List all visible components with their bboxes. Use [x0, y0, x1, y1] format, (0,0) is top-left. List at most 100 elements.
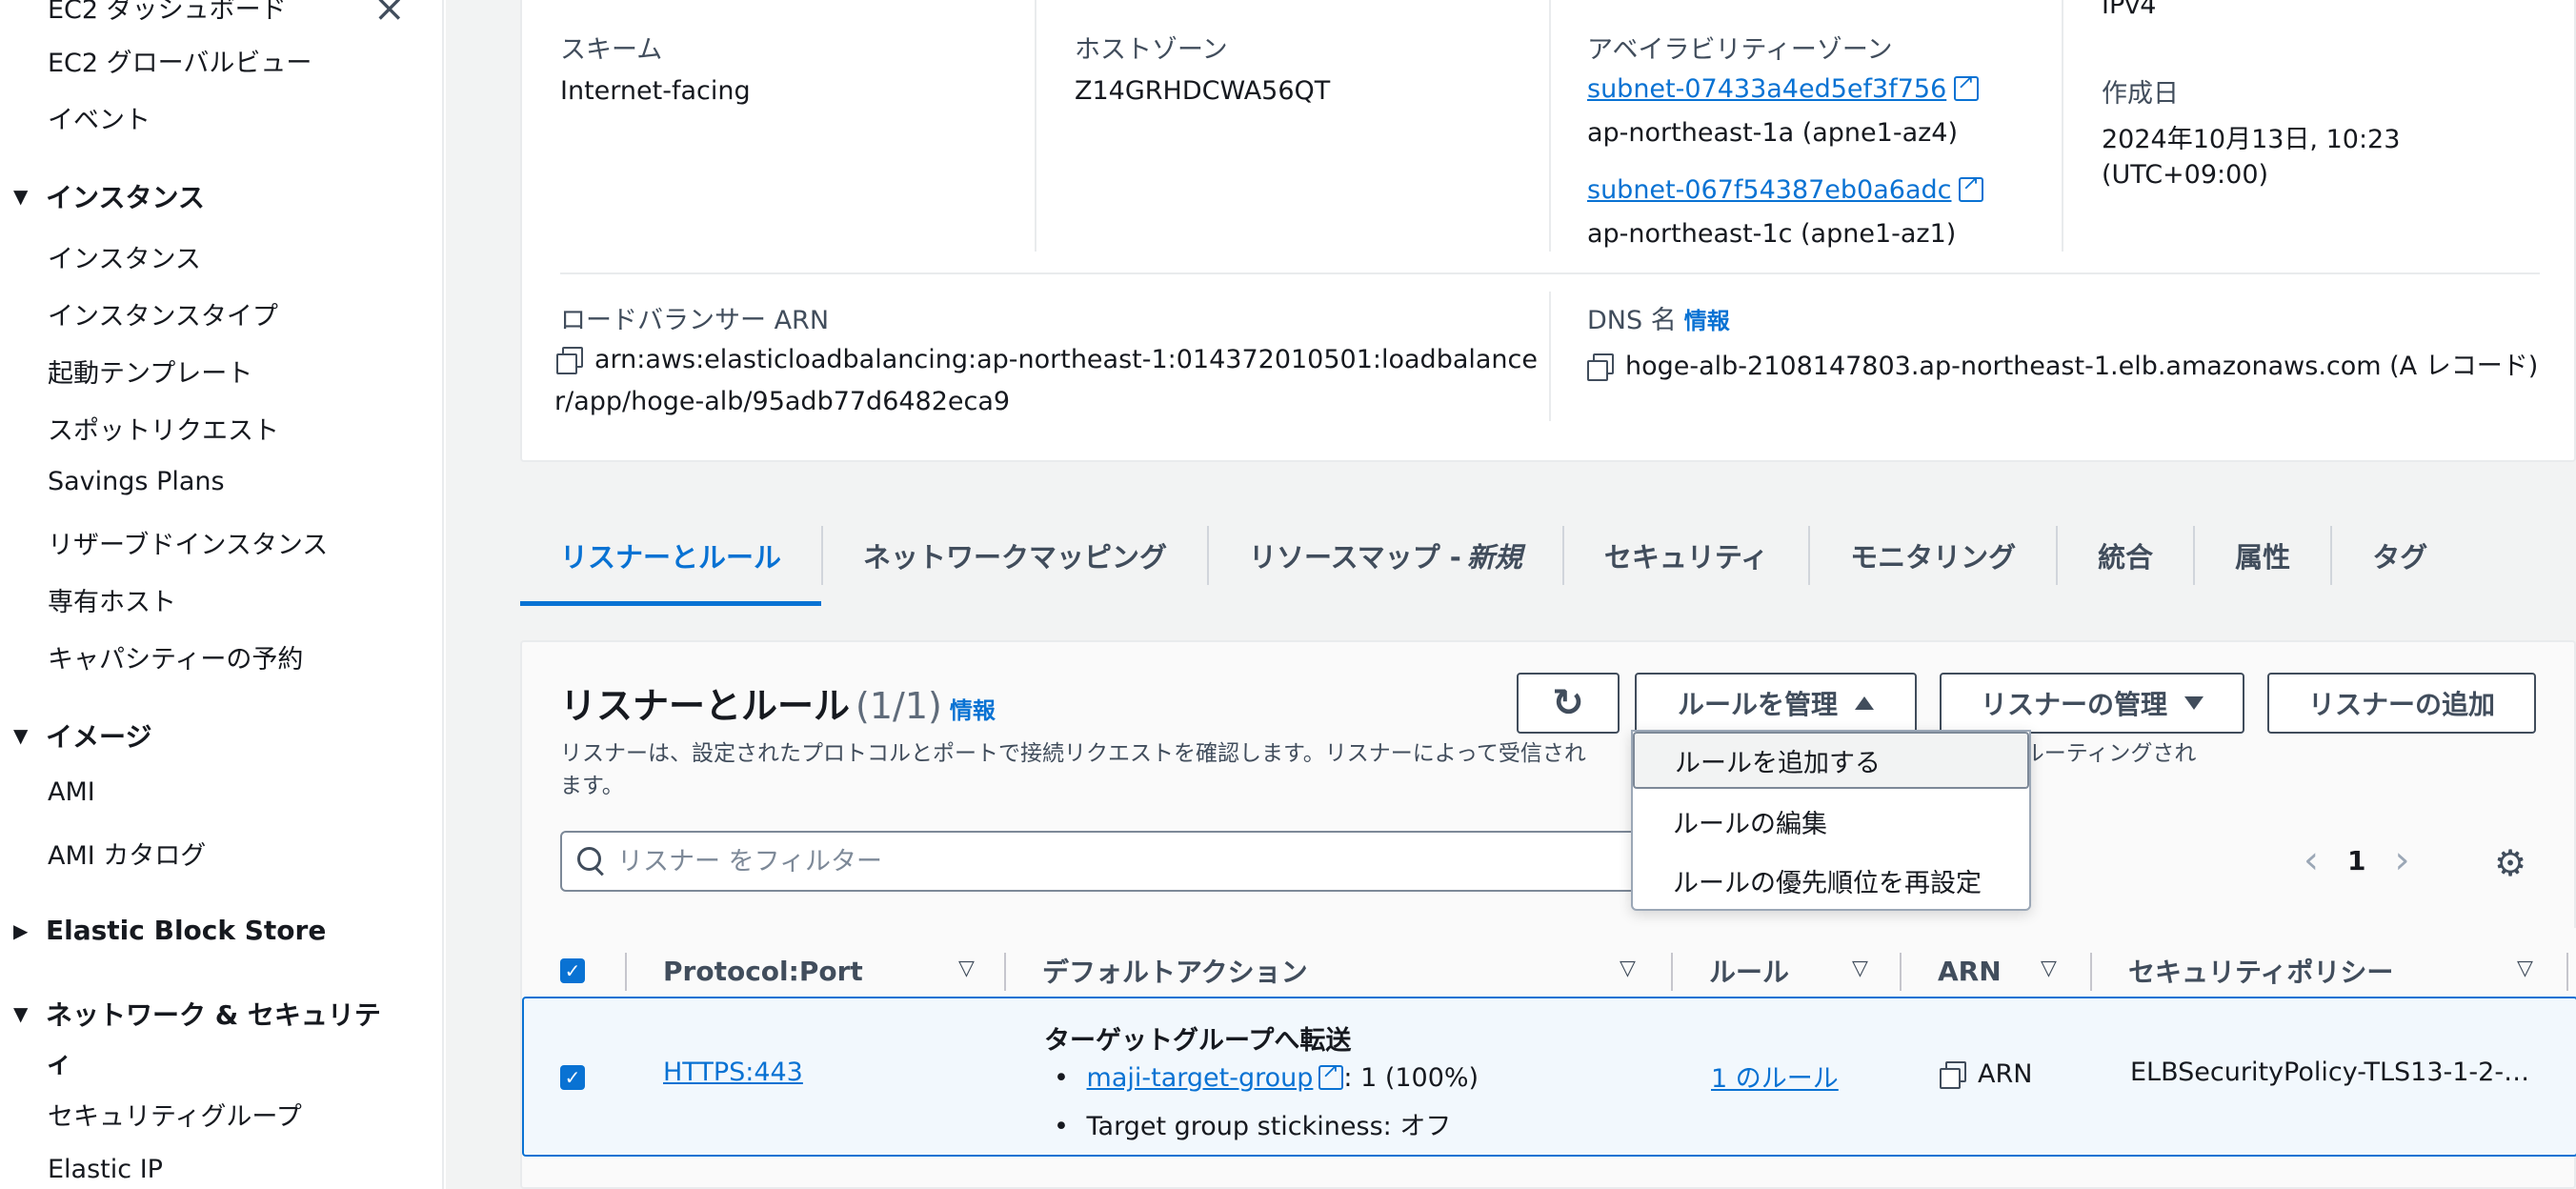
sidebar-item-dedicated-hosts[interactable]: 専有ホスト [48, 581, 176, 618]
sidebar-group-instances[interactable]: ▼ インスタンス [13, 177, 205, 215]
filter-input[interactable] [617, 846, 1570, 877]
column-divider [1549, 0, 1551, 252]
sort-icon[interactable]: ▽ [2041, 957, 2057, 980]
close-icon[interactable]: × [373, 0, 406, 30]
current-page[interactable]: 1 [2347, 845, 2365, 877]
row-checkbox[interactable]: ✓ [560, 1061, 585, 1091]
sort-icon[interactable]: ▽ [2517, 957, 2533, 980]
copy-icon[interactable] [1940, 1061, 1966, 1089]
caret-down-icon [2184, 696, 2204, 710]
sidebar-item-instance-types[interactable]: インスタンスタイプ [48, 295, 278, 333]
tab-resource-map[interactable]: リソースマップ - 新規 [1209, 505, 1562, 606]
listeners-description: リスナーは、設定されたプロトコルとポートで接続リクエストを確認します。リスナーに… [560, 737, 2561, 802]
caret-right-icon: ▶ [13, 918, 29, 942]
action-title: ターゲットグループへ転送 [1044, 1026, 1352, 1056]
sidebar-item-ami-catalog[interactable]: AMI カタログ [48, 835, 206, 872]
description-text-left: リスナーは、設定されたプロトコルとポートで接続リクエストを確認します。リスナーに… [560, 741, 1586, 766]
load-balancer-details: IPv4 スキーム Internet-facing ホストゾーン Z14GRHD… [520, 0, 2576, 462]
checkbox-checked-icon: ✓ [560, 958, 585, 983]
sort-icon[interactable]: ▽ [1620, 957, 1636, 980]
sort-icon[interactable]: ▽ [958, 957, 975, 980]
chevron-left-icon[interactable]: ‹ [2304, 838, 2319, 882]
sidebar-group-label: ネットワーク & セキュリテ [46, 999, 381, 1031]
subnet-link-1[interactable]: subnet-07433a4ed5ef3f756 [1587, 71, 1980, 104]
menu-item-add-rule[interactable]: ルールを追加する [1633, 732, 2029, 789]
refresh-button[interactable]: ↻ [1517, 673, 1620, 734]
column-divider [2062, 0, 2063, 252]
gear-icon[interactable]: ⚙ [2494, 842, 2526, 884]
pagination: ‹ 1 › [2304, 838, 2409, 882]
dns-value: hoge-alb-2108147803.ap-northeast-1.elb.a… [1587, 345, 2538, 382]
sidebar-item-ami[interactable]: AMI [48, 777, 95, 807]
sidebar-group-images[interactable]: ▼ イメージ [13, 716, 151, 755]
menu-item-reprioritize-rules[interactable]: ルールの優先順位を再設定 [1633, 852, 2029, 909]
manage-listeners-button[interactable]: リスナーの管理 [1940, 673, 2244, 734]
copy-icon[interactable] [556, 347, 583, 374]
column-divider [2566, 953, 2568, 991]
tab-security[interactable]: セキュリティ [1564, 505, 1808, 606]
description-line-2: ます。 [560, 774, 624, 798]
manage-rules-button[interactable]: ルールを管理 [1635, 673, 1917, 734]
table-row[interactable]: ✓ HTTPS:443 ターゲットグループへ転送 • maji-target-g… [522, 997, 2576, 1157]
copy-icon[interactable] [1587, 353, 1614, 381]
created-label: 作成日 [2102, 79, 2179, 109]
caret-down-icon: ▼ [13, 1002, 29, 1025]
sidebar-item-events[interactable]: イベント [48, 99, 151, 136]
tab-tags[interactable]: タグ [2332, 505, 2467, 606]
tab-monitoring[interactable]: モニタリング [1810, 505, 2056, 606]
column-divider [625, 953, 627, 991]
arn-value-line1: arn:aws:elasticloadbalancing:ap-northeas… [556, 345, 1538, 374]
tab-integrations[interactable]: 統合 [2058, 505, 2193, 606]
listeners-panel: リスナーとルール (1/1) 情報 ↻ ルールを管理 リスナーの管理 リスナーの追加… [520, 640, 2576, 1189]
subnet-link-text: subnet-067f54387eb0a6adc [1587, 175, 1952, 205]
sidebar-item-ec2-dashboard[interactable]: EC2 ダッシュボード [48, 0, 287, 26]
caret-down-icon: ▼ [13, 724, 29, 747]
checkbox-checked-icon: ✓ [560, 1065, 585, 1090]
arn-cell: ARN [1940, 1059, 2032, 1089]
button-label: リスナーの管理 [1980, 689, 2167, 720]
sidebar-item-savings-plans[interactable]: Savings Plans [48, 467, 225, 496]
column-divider [1671, 953, 1673, 991]
sidebar-item-reserved-instances[interactable]: リザーブドインスタンス [48, 524, 328, 561]
tab-label: リソースマップ - [1249, 541, 1461, 574]
tab-bar: リスナーとルール ネットワークマッピング リソースマップ - 新規 セキュリティ … [520, 505, 2467, 606]
security-policy-value: ELBSecurityPolicy-TLS13-1-2-… [2130, 1058, 2530, 1087]
menu-item-edit-rules[interactable]: ルールの編集 [1633, 793, 2029, 850]
dns-info-link[interactable]: 情報 [1684, 308, 1730, 334]
sort-icon[interactable]: ▽ [1852, 957, 1868, 980]
tab-listeners-rules[interactable]: リスナーとルール [520, 505, 822, 606]
ip-address-type-value: IPv4 [2102, 0, 2157, 20]
row-divider [560, 272, 2540, 274]
subnet-link-2[interactable]: subnet-067f54387eb0a6adc [1587, 171, 1984, 205]
column-divider [1549, 292, 1551, 421]
add-listener-button[interactable]: リスナーの追加 [2267, 673, 2536, 734]
sidebar-group-label: イメージ [46, 721, 152, 753]
sidebar-item-launch-templates[interactable]: 起動テンプレート [48, 353, 252, 390]
sidebar-group-ebs[interactable]: ▶ Elastic Block Store [13, 915, 326, 946]
caret-up-icon [1855, 696, 1874, 710]
chevron-right-icon[interactable]: › [2394, 838, 2409, 882]
rules-link[interactable]: 1 のルール [1711, 1058, 1839, 1095]
arn-text: arn:aws:elasticloadbalancing:ap-northeas… [594, 345, 1538, 374]
listener-filter[interactable] [560, 831, 1646, 892]
target-group-link[interactable]: maji-target-group [1087, 1063, 1314, 1093]
hosted-zone-label: ホストゾーン [1075, 35, 1228, 65]
refresh-icon: ↻ [1552, 681, 1584, 725]
target-weight: : 1 (100%) [1343, 1063, 1479, 1093]
sidebar-item-instances[interactable]: インスタンス [48, 238, 201, 275]
sidebar-item-capacity-reservations[interactable]: キャパシティーの予約 [48, 638, 303, 675]
listeners-info-link[interactable]: 情報 [950, 697, 996, 724]
protocol-port-link[interactable]: HTTPS:443 [663, 1058, 803, 1087]
sidebar-item-spot-requests[interactable]: スポットリクエスト [48, 410, 279, 447]
sidebar-item-security-groups[interactable]: セキュリティグループ [48, 1096, 302, 1133]
sidebar-item-elastic-ip[interactable]: Elastic IP [48, 1155, 163, 1184]
tab-attributes[interactable]: 属性 [2195, 505, 2330, 606]
sidebar-group-network-security[interactable]: ▼ ネットワーク & セキュリテ [13, 995, 381, 1033]
tab-network-mapping[interactable]: ネットワークマッピング [823, 505, 1207, 606]
arn-text: ARN [1978, 1059, 2033, 1089]
subnet-link-text: subnet-07433a4ed5ef3f756 [1587, 74, 1947, 104]
sidebar-item-global-view[interactable]: EC2 グローバルビュー [48, 42, 312, 79]
dns-label: DNS 名情報 [1587, 299, 1730, 336]
scheme-value: Internet-facing [560, 76, 751, 106]
description-line: リスナーは、設定されたプロトコルとポートで接続リクエストを確認します。リスナーに… [560, 737, 2561, 770]
